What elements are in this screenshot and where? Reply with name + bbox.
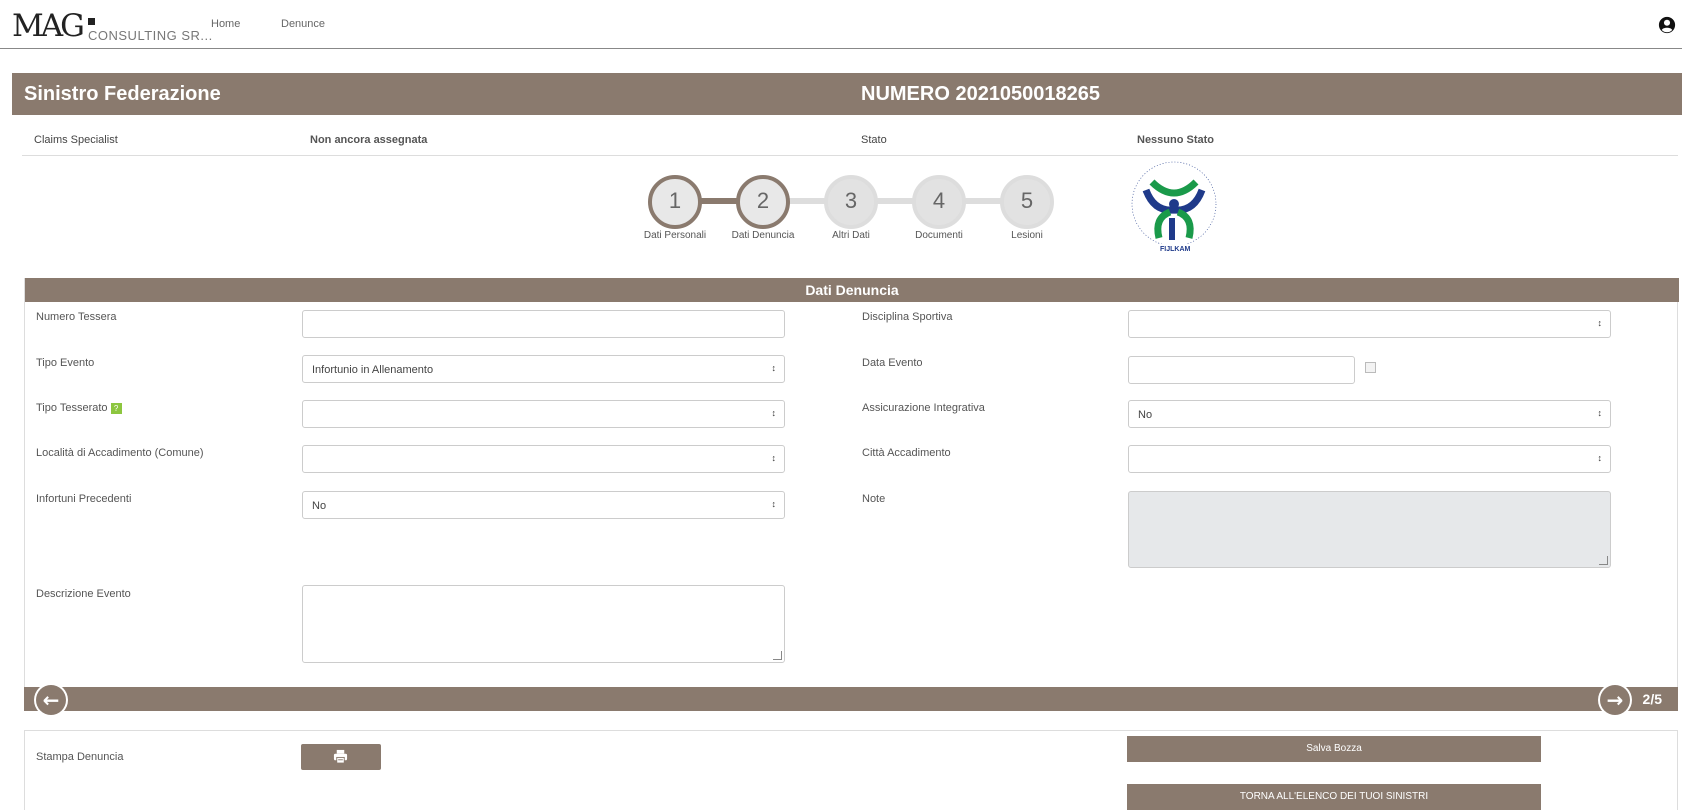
step-navigation-bar: ← → 2/5 — [24, 683, 1678, 717]
nav-denunce-link[interactable]: Denunce — [281, 18, 325, 30]
help-icon[interactable]: ? — [110, 402, 122, 414]
claims-specialist-value: Non ancora assegnata — [310, 134, 428, 146]
stato-label: Stato — [861, 134, 887, 146]
tipo-evento-select[interactable]: Infortunio in Allenamento — [302, 355, 785, 383]
step-connector — [785, 198, 829, 204]
calendar-icon[interactable] — [1365, 362, 1376, 373]
panel-title: Dati Denuncia — [25, 278, 1679, 302]
stampa-denuncia-label: Stampa Denuncia — [36, 751, 124, 763]
nav-home-link[interactable]: Home — [211, 18, 240, 30]
claim-info-row: Claims Specialist Non ancora assegnata S… — [22, 128, 1678, 156]
descrizione-evento-textarea[interactable] — [302, 585, 785, 663]
wizard-stepper: 1 2 3 4 5 Dati Personali Dati Denuncia A… — [644, 172, 1065, 262]
previous-step-button[interactable]: ← — [34, 683, 68, 717]
user-account-icon[interactable] — [1658, 16, 1676, 34]
step-1-label: Dati Personali — [643, 230, 707, 241]
localita-select[interactable] — [302, 445, 785, 473]
logo-main-text: MAG — [12, 8, 85, 44]
infortuni-precedenti-select[interactable]: No — [302, 491, 785, 519]
step-connector — [961, 198, 1005, 204]
tipo-tesserato-label-text: Tipo Tesserato — [36, 402, 108, 414]
logo-square — [88, 18, 95, 25]
dati-denuncia-panel: Dati Denuncia Numero Tessera Tipo Evento… — [24, 278, 1679, 711]
salva-bozza-button[interactable]: Salva Bozza — [1127, 736, 1541, 762]
claims-specialist-label: Claims Specialist — [34, 134, 118, 146]
claim-title-bar: Sinistro Federazione NUMERO 202105001826… — [12, 73, 1682, 115]
step-4[interactable]: 4 — [912, 175, 966, 229]
step-5-label: Lesioni — [1011, 230, 1043, 241]
tipo-tesserato-label: Tipo Tesserato? — [36, 402, 122, 414]
note-textarea — [1128, 491, 1611, 568]
assicurazione-integrativa-select[interactable]: No — [1128, 400, 1611, 428]
claim-number: NUMERO 2021050018265 — [861, 83, 1101, 105]
step-1[interactable]: 1 — [648, 175, 702, 229]
tipo-tesserato-select[interactable] — [302, 400, 785, 428]
step-3[interactable]: 3 — [824, 175, 878, 229]
infortuni-precedenti-label: Infortuni Precedenti — [36, 493, 132, 505]
data-evento-input[interactable] — [1128, 356, 1355, 384]
citta-accadimento-label: Città Accadimento — [862, 447, 951, 459]
next-step-button[interactable]: → — [1598, 683, 1632, 717]
note-label: Note — [862, 493, 886, 505]
step-2[interactable]: 2 — [736, 175, 790, 229]
fijlkam-logo-text: FIJLKAM — [1160, 246, 1191, 253]
data-evento-label: Data Evento — [862, 357, 923, 369]
step-3-label: Altri Dati — [832, 230, 870, 241]
stato-value: Nessuno Stato — [1137, 134, 1215, 146]
print-button[interactable] — [301, 744, 381, 770]
step-connector — [873, 198, 917, 204]
fijlkam-logo — [1124, 160, 1224, 256]
step-counter: 2/5 — [1642, 691, 1662, 707]
disciplina-sportiva-label: Disciplina Sportiva — [862, 311, 953, 323]
numero-tessera-label: Numero Tessera — [36, 311, 117, 323]
step-2-label: Dati Denuncia — [731, 230, 795, 241]
step-4-label: Documenti — [915, 230, 963, 241]
step-5[interactable]: 5 — [1000, 175, 1054, 229]
localita-label: Località di Accadimento (Comune) — [36, 447, 204, 459]
descrizione-evento-label: Descrizione Evento — [36, 588, 131, 600]
printer-icon — [333, 749, 348, 764]
resize-handle — [1599, 556, 1608, 565]
top-navbar: MAG CONSULTING SR... Home Denunce — [0, 0, 1682, 49]
step-connector-done — [697, 198, 741, 204]
assicurazione-integrativa-label: Assicurazione Integrativa — [862, 402, 985, 414]
disciplina-sportiva-select[interactable] — [1128, 310, 1611, 338]
logo-sub-text: CONSULTING SR... — [88, 28, 213, 43]
actions-panel: Stampa Denuncia Salva Bozza TORNA ALL'EL… — [24, 730, 1678, 810]
citta-accadimento-select[interactable] — [1128, 445, 1611, 473]
numero-tessera-input[interactable] — [302, 310, 785, 338]
page-title: Sinistro Federazione — [24, 83, 221, 105]
resize-handle[interactable] — [773, 651, 782, 660]
tipo-evento-label: Tipo Evento — [36, 357, 95, 369]
torna-elenco-button[interactable]: TORNA ALL'ELENCO DEI TUOI SINISTRI — [1127, 784, 1541, 810]
arrow-left-icon: ← — [36, 685, 66, 715]
arrow-right-icon: → — [1600, 685, 1630, 715]
